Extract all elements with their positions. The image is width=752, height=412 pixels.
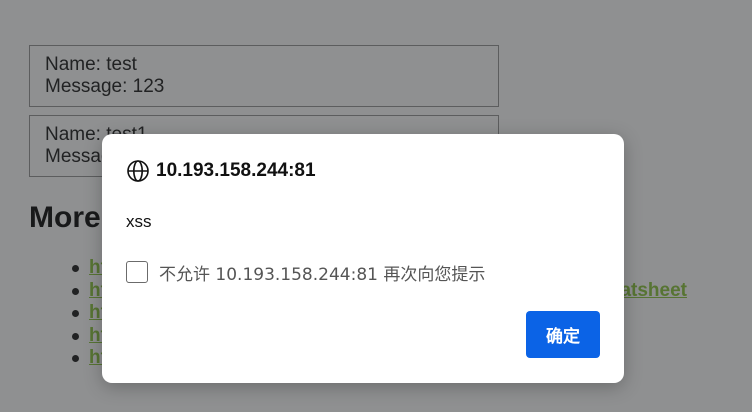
suppress-label[interactable]: 不允许 10.193.158.244:81 再次向您提示 — [159, 260, 485, 285]
globe-icon — [126, 159, 150, 183]
dialog-message: xss — [126, 212, 152, 231]
ok-button[interactable]: 确定 — [526, 311, 600, 358]
suppress-checkbox[interactable] — [126, 261, 148, 283]
suppress-dialogs-option[interactable]: 不允许 10.193.158.244:81 再次向您提示 — [126, 260, 485, 285]
dialog-origin: 10.193.158.244:81 — [156, 160, 316, 181]
alert-dialog: 10.193.158.244:81 xss 不允许 10.193.158.244… — [102, 134, 624, 383]
dialog-header: 10.193.158.244:81 — [126, 158, 316, 184]
